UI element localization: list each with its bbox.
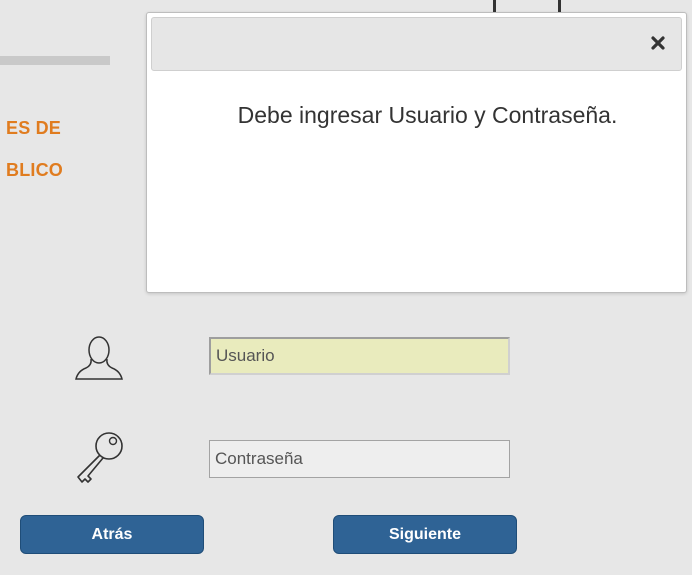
header-bar bbox=[0, 56, 110, 65]
alert-dialog: Debe ingresar Usuario y Contraseña. bbox=[146, 12, 687, 293]
username-input[interactable] bbox=[209, 337, 510, 375]
org-title-line1: ES DE bbox=[6, 118, 62, 138]
password-input[interactable] bbox=[209, 440, 510, 478]
top-divider-left bbox=[493, 0, 496, 12]
user-icon bbox=[72, 335, 126, 381]
key-icon bbox=[70, 427, 130, 485]
next-button[interactable]: Siguiente bbox=[333, 515, 517, 554]
back-button[interactable]: Atrás bbox=[20, 515, 204, 554]
org-title-line2: BLICO bbox=[6, 160, 63, 180]
close-icon[interactable] bbox=[647, 32, 669, 54]
dialog-header bbox=[151, 17, 682, 71]
top-divider-right bbox=[558, 0, 561, 12]
dialog-message: Debe ingresar Usuario y Contraseña. bbox=[237, 102, 618, 128]
